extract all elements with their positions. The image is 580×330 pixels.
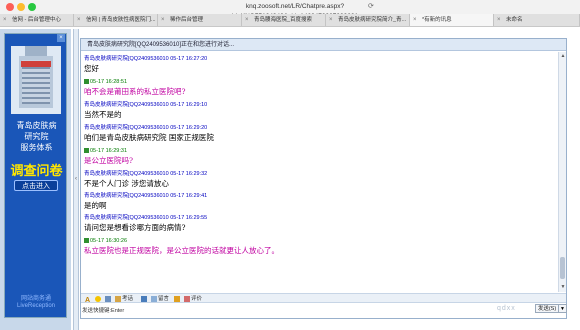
ad-enter-button[interactable]: 点击进入	[14, 180, 58, 191]
file-button[interactable]: 考话	[115, 294, 133, 304]
ad-survey-heading: 调查问卷	[10, 163, 63, 178]
send-shortcut-hint: 发送快捷键:Enter	[82, 308, 125, 314]
tab-intro[interactable]: × 青岛皮肤病研究院简介_青...	[326, 14, 410, 26]
tab-close-icon[interactable]: ×	[77, 14, 81, 26]
close-window-button[interactable]	[6, 3, 14, 11]
send-options-dropdown[interactable]: ▼	[559, 304, 567, 313]
font-icon: A	[85, 296, 91, 304]
message-meta: 青岛皮肤病研究院[QQ2409536010 05-17 16:29:55	[84, 215, 208, 221]
screenshot-button[interactable]	[105, 294, 112, 304]
chat-toolbar: A 考话 留言 评价	[81, 293, 566, 304]
evaluate-button[interactable]: 评价	[184, 294, 202, 304]
tab-close-icon[interactable]: ×	[497, 14, 501, 26]
file-icon	[115, 295, 121, 302]
message-item: 青岛皮肤病研究院[QQ2409536010 05-17 16:29:41 是的啊	[84, 193, 207, 211]
tab-close-icon[interactable]: ×	[3, 14, 7, 26]
tab-bar: × 信网 - 后台管理中心 × 信网 | 青岛皮肤性病医院门... × 稀作后台管理 …	[0, 14, 580, 27]
message-meta: 05-17 16:28:51	[84, 79, 186, 86]
send-button[interactable]: 发送(S)	[535, 304, 559, 313]
tab-new-message[interactable]: × *有新的讯息	[410, 14, 494, 26]
scroll-down-icon[interactable]: ▼	[559, 283, 567, 291]
tab-close-icon[interactable]: ×	[413, 14, 417, 26]
message-item: 青岛皮肤病研究院[QQ2409536010 05-17 16:29:10 当然不…	[84, 102, 207, 120]
tab-label: 稀作后台管理	[170, 17, 204, 23]
tab-label: 信网 - 后台管理中心	[12, 17, 61, 23]
ad-banner[interactable]: × 青岛皮肤病 研究院 服务体系 调查问卷 点击进入 网站商务通 LiveRec…	[4, 33, 67, 318]
tab-label: *有新的讯息	[422, 17, 452, 23]
message-text: 是公立医院吗?	[84, 156, 134, 165]
ad-title: 青岛皮肤病 研究院 服务体系	[16, 121, 57, 152]
ad-logo: 网站商务通 LiveReception	[16, 296, 56, 309]
message-list: 青岛皮肤病研究院[QQ2409536010 05-17 16:27:20 您好 …	[81, 52, 557, 292]
message-item: 05-17 16:29:31 是公立医院吗?	[84, 148, 133, 166]
message-item: 青岛皮肤病研究院[QQ2409536010 05-17 16:27:20 您好	[84, 56, 207, 74]
chat-window: 青岛皮肤病研究院[QQ2409536010]正在和您进行对话... 青岛皮肤病研…	[80, 38, 567, 319]
message-meta: 青岛皮肤病研究院[QQ2409536010 05-17 16:27:20	[84, 56, 208, 62]
message-input[interactable]	[81, 304, 566, 318]
message-text: 请问您是想看诊哪方面的病情?	[84, 223, 186, 232]
watermark: qdxx	[497, 305, 516, 312]
user-icon	[84, 238, 89, 244]
message-meta: 05-17 16:29:31	[84, 148, 133, 155]
message-text: 咱不会是莆田系的私立医院吧?	[84, 87, 186, 96]
screenshot-icon	[105, 295, 111, 302]
tab-untitled[interactable]: × 未命名	[494, 14, 580, 26]
message-text: 私立医院也是正规医院，是公立医院的话就更让人放心了。	[84, 246, 279, 255]
ad-panel: × 青岛皮肤病 研究院 服务体系 调查问卷 点击进入 网站商务通 LiveRec…	[0, 29, 71, 330]
message-button[interactable]: 留言	[151, 294, 169, 304]
emoji-icon	[95, 295, 101, 302]
address-bar[interactable]: knq.zoosoft.net/LR/Chatpre.aspx?id=KNQ75…	[230, 2, 360, 20]
evaluate-icon	[184, 295, 190, 302]
collapse-arrow-icon[interactable]: ‹	[73, 168, 79, 190]
minimize-window-button[interactable]	[17, 3, 25, 11]
chat-header: 青岛皮肤病研究院[QQ2409536010]正在和您进行对话...	[81, 39, 566, 51]
message-text: 您好	[84, 64, 99, 73]
hospital-building-image	[11, 46, 61, 114]
message-meta: 青岛皮肤病研究院[QQ2409536010 05-17 16:29:41	[84, 193, 208, 199]
tab-close-icon[interactable]: ×	[245, 14, 249, 26]
tab-label: 青岛皮肤病研究院简介_青...	[338, 17, 407, 23]
reload-icon[interactable]: ⟳	[368, 2, 374, 10]
message-item: 青岛皮肤病研究院[QQ2409536010 05-17 16:29:32 不是个…	[84, 171, 207, 189]
user-icon	[84, 148, 89, 154]
browser-titlebar: knq.zoosoft.net/LR/Chatpre.aspx?id=KNQ75…	[0, 0, 580, 20]
message-meta: 青岛皮肤病研究院[QQ2409536010 05-17 16:29:20	[84, 125, 208, 131]
message-meta: 青岛皮肤病研究院[QQ2409536010 05-17 16:29:10	[84, 102, 208, 108]
rate-icon	[174, 295, 180, 302]
save-icon	[141, 295, 147, 302]
rate-button[interactable]	[174, 294, 181, 304]
message-meta: 青岛皮肤病研究院[QQ2409536010 05-17 16:29:32	[84, 171, 208, 177]
tab-label: 未命名	[506, 17, 523, 23]
tab-label: 信网 | 青岛皮肤性病医院门...	[86, 17, 156, 23]
tab-baidu-search[interactable]: × 青岛腰海医院_百度搜索	[242, 14, 326, 26]
close-icon[interactable]: ×	[57, 34, 65, 42]
zoom-window-button[interactable]	[28, 3, 36, 11]
scroll-up-icon[interactable]: ▲	[559, 52, 567, 60]
message-icon	[151, 295, 157, 302]
tab-close-icon[interactable]: ×	[329, 14, 333, 26]
tab-xinwang-clinic[interactable]: × 信网 | 青岛皮肤性病医院门...	[74, 14, 158, 26]
scrollbar-thumb[interactable]	[560, 257, 565, 279]
message-text: 是的啊	[84, 201, 107, 210]
user-icon	[84, 79, 89, 85]
message-text: 当然不是的	[84, 110, 122, 119]
message-item: 05-17 16:28:51 咱不会是莆田系的私立医院吧?	[84, 79, 186, 97]
message-text: 咱们是青岛皮肤病研究院 国家正规医院	[84, 133, 214, 142]
save-button[interactable]	[141, 294, 148, 304]
message-meta: 05-17 16:30:26	[84, 238, 279, 245]
tab-close-icon[interactable]: ×	[161, 14, 165, 26]
tab-backend[interactable]: × 稀作后台管理	[158, 14, 242, 26]
tab-label: 青岛腰海医院_百度搜索	[254, 17, 313, 23]
message-item: 青岛皮肤病研究院[QQ2409536010 05-17 16:29:20 咱们是…	[84, 125, 214, 143]
message-text: 不是个人门诊 涉您请放心	[84, 179, 169, 188]
emoji-button[interactable]	[95, 294, 102, 304]
message-scrollbar[interactable]: ▲ ▼	[558, 52, 566, 292]
message-item: 05-17 16:30:26 私立医院也是正规医院，是公立医院的话就更让人放心了…	[84, 238, 279, 256]
font-button[interactable]: A	[85, 294, 91, 304]
tab-admin-center[interactable]: × 信网 - 后台管理中心	[0, 14, 74, 26]
message-item: 青岛皮肤病研究院[QQ2409536010 05-17 16:29:55 请问您…	[84, 215, 207, 233]
